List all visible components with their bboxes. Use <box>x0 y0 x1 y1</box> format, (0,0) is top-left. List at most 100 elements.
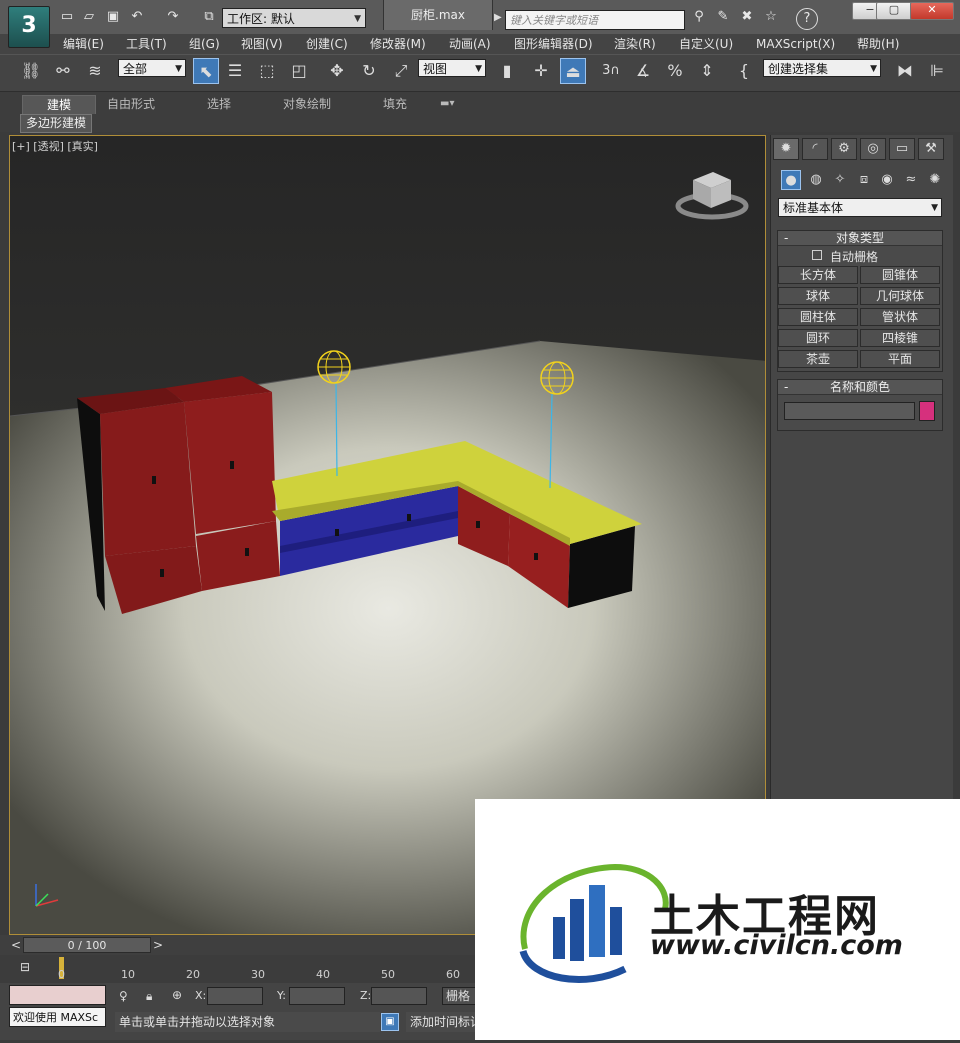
create-tab-icon[interactable]: ✹ <box>773 138 799 160</box>
open-file-icon[interactable]: ▱ <box>80 9 98 25</box>
move-icon[interactable]: ✥ <box>324 58 350 84</box>
menu-animation[interactable]: 动画(A) <box>449 34 491 54</box>
ribbon-options-icon[interactable]: ▬▾ <box>440 95 454 113</box>
select-object-icon[interactable]: ⬉ <box>193 58 219 84</box>
snaps-toggle-icon[interactable]: 3∩ <box>598 58 624 84</box>
select-manipulate-icon[interactable]: ✛ <box>528 58 554 84</box>
hierarchy-tab-icon[interactable]: ⚙ <box>831 138 857 160</box>
curve-editor-icon[interactable]: ⊟ <box>20 960 38 976</box>
time-slider[interactable]: 0 / 100 <box>23 937 151 953</box>
rotate-icon[interactable]: ↻ <box>356 58 382 84</box>
keyboard-shortcut-override-icon[interactable]: ⏏ <box>560 58 586 84</box>
next-frame-icon[interactable]: > <box>153 938 163 952</box>
add-time-tag[interactable]: 添加时间标记 <box>406 1012 476 1032</box>
window-crossing-icon[interactable]: ◰ <box>286 58 312 84</box>
tube-button[interactable]: 管状体 <box>860 308 940 326</box>
align-icon[interactable]: ⊫ <box>924 58 950 84</box>
named-selection-dropdown[interactable]: 创建选择集 ▼ <box>763 59 881 77</box>
helpers-icon[interactable]: ◉ <box>877 170 897 190</box>
cone-button[interactable]: 圆锥体 <box>860 266 940 284</box>
space-warps-icon[interactable]: ≈ <box>901 170 921 190</box>
cylinder-button[interactable]: 圆柱体 <box>778 308 858 326</box>
spinner-snap-icon[interactable]: ⇕ <box>694 58 720 84</box>
menu-views[interactable]: 视图(V) <box>241 34 283 54</box>
close-window-button[interactable]: ✕ <box>910 2 954 20</box>
y-coordinate-field[interactable] <box>289 987 345 1005</box>
viewport-label[interactable]: [+] [透视] [真实] <box>12 138 98 154</box>
menu-customize[interactable]: 自定义(U) <box>679 34 733 54</box>
percent-snap-icon[interactable]: % <box>662 58 688 84</box>
pivot-center-icon[interactable]: ▮ <box>494 58 520 84</box>
geometry-icon[interactable]: ● <box>781 170 801 190</box>
redo-icon[interactable]: ↷ <box>164 9 182 25</box>
search-input[interactable]: 键入关键字或短语 <box>505 10 685 30</box>
polygon-modeling-panel[interactable]: 多边形建模 <box>20 114 92 133</box>
menu-graph-editors[interactable]: 图形编辑器(D) <box>514 34 593 54</box>
exchange-icon[interactable]: ✖ <box>738 9 756 25</box>
object-type-header[interactable]: - 对象类型 <box>778 231 942 246</box>
menu-help[interactable]: 帮助(H) <box>857 34 899 54</box>
object-name-field[interactable] <box>784 402 915 420</box>
search-expand-icon[interactable]: ▶ <box>494 12 502 23</box>
app-menu-button[interactable]: 3 <box>8 6 50 48</box>
project-folder-icon[interactable]: ⧉ <box>200 9 218 25</box>
menu-rendering[interactable]: 渲染(R) <box>614 34 656 54</box>
save-file-icon[interactable]: ▣ <box>104 9 122 25</box>
link-icon[interactable]: ⛓ <box>18 58 44 84</box>
menu-create[interactable]: 创建(C) <box>306 34 348 54</box>
cameras-icon[interactable]: ⧈ <box>854 170 874 190</box>
prev-frame-icon[interactable]: < <box>11 938 21 952</box>
absolute-mode-icon[interactable]: ⊕ <box>172 988 182 1002</box>
menu-modifiers[interactable]: 修改器(M) <box>370 34 426 54</box>
primitive-type-dropdown[interactable]: 标准基本体 ▼ <box>778 198 942 217</box>
menu-edit[interactable]: 编辑(E) <box>63 34 104 54</box>
angle-snap-icon[interactable]: ∡ <box>630 58 656 84</box>
plane-button[interactable]: 平面 <box>860 350 940 368</box>
unlink-icon[interactable]: ⚯ <box>50 58 76 84</box>
workspace-dropdown[interactable]: 工作区: 默认 ▼ <box>222 8 366 28</box>
ribbon-tab-freeform[interactable]: 自由形式 <box>107 95 155 113</box>
new-file-icon[interactable]: ▭ <box>58 9 76 25</box>
teapot-button[interactable]: 茶壶 <box>778 350 858 368</box>
torus-button[interactable]: 圆环 <box>778 329 858 347</box>
autogrid-checkbox[interactable] <box>812 250 822 260</box>
object-color-swatch[interactable] <box>919 401 935 421</box>
ribbon-tab-object-paint[interactable]: 对象绘制 <box>283 95 331 113</box>
communication-center-icon[interactable]: ✎ <box>714 9 732 25</box>
modify-tab-icon[interactable]: ◜ <box>802 138 828 160</box>
ribbon-tab-modeling[interactable]: 建模 <box>22 95 96 114</box>
scale-icon[interactable]: ⤢ <box>388 58 414 84</box>
name-color-header[interactable]: - 名称和颜色 <box>778 380 942 395</box>
favorites-star-icon[interactable]: ☆ <box>762 9 780 25</box>
display-tab-icon[interactable]: ▭ <box>889 138 915 160</box>
menu-group[interactable]: 组(G) <box>189 34 220 54</box>
lights-icon[interactable]: ✧ <box>830 170 850 190</box>
selection-filter-dropdown[interactable]: 全部 ▼ <box>118 59 186 77</box>
ribbon-tab-populate[interactable]: 填充 <box>383 95 407 113</box>
undo-icon[interactable]: ↶ <box>128 9 146 25</box>
geosphere-button[interactable]: 几何球体 <box>860 287 940 305</box>
motion-tab-icon[interactable]: ◎ <box>860 138 886 160</box>
binoculars-icon[interactable]: ⚲ <box>690 9 708 25</box>
menu-tools[interactable]: 工具(T) <box>126 34 167 54</box>
maxscript-listener-field[interactable] <box>9 985 106 1005</box>
x-coordinate-field[interactable] <box>207 987 263 1005</box>
maximize-button[interactable]: ▢ <box>876 2 912 20</box>
sphere-button[interactable]: 球体 <box>778 287 858 305</box>
ribbon-tab-selection[interactable]: 选择 <box>207 95 231 113</box>
time-tag-icon[interactable]: ▣ <box>381 1013 399 1031</box>
select-by-name-icon[interactable]: ☰ <box>222 58 248 84</box>
box-button[interactable]: 长方体 <box>778 266 858 284</box>
bind-spacewarp-icon[interactable]: ≋ <box>82 58 108 84</box>
pyramid-button[interactable]: 四棱锥 <box>860 329 940 347</box>
systems-icon[interactable]: ✺ <box>925 170 945 190</box>
edit-named-selection-icon[interactable]: { <box>731 58 757 84</box>
mirror-icon[interactable]: ⧓ <box>892 58 918 84</box>
rectangular-selection-icon[interactable]: ⬚ <box>254 58 280 84</box>
help-icon[interactable]: ? <box>796 8 818 30</box>
selection-lock-icon[interactable]: ♀ <box>119 989 128 1003</box>
z-coordinate-field[interactable] <box>371 987 427 1005</box>
reference-coord-dropdown[interactable]: 视图 ▼ <box>418 59 486 77</box>
lock-icon[interactable]: 🔒︎ <box>146 989 152 1004</box>
menu-maxscript[interactable]: MAXScript(X) <box>756 34 835 54</box>
